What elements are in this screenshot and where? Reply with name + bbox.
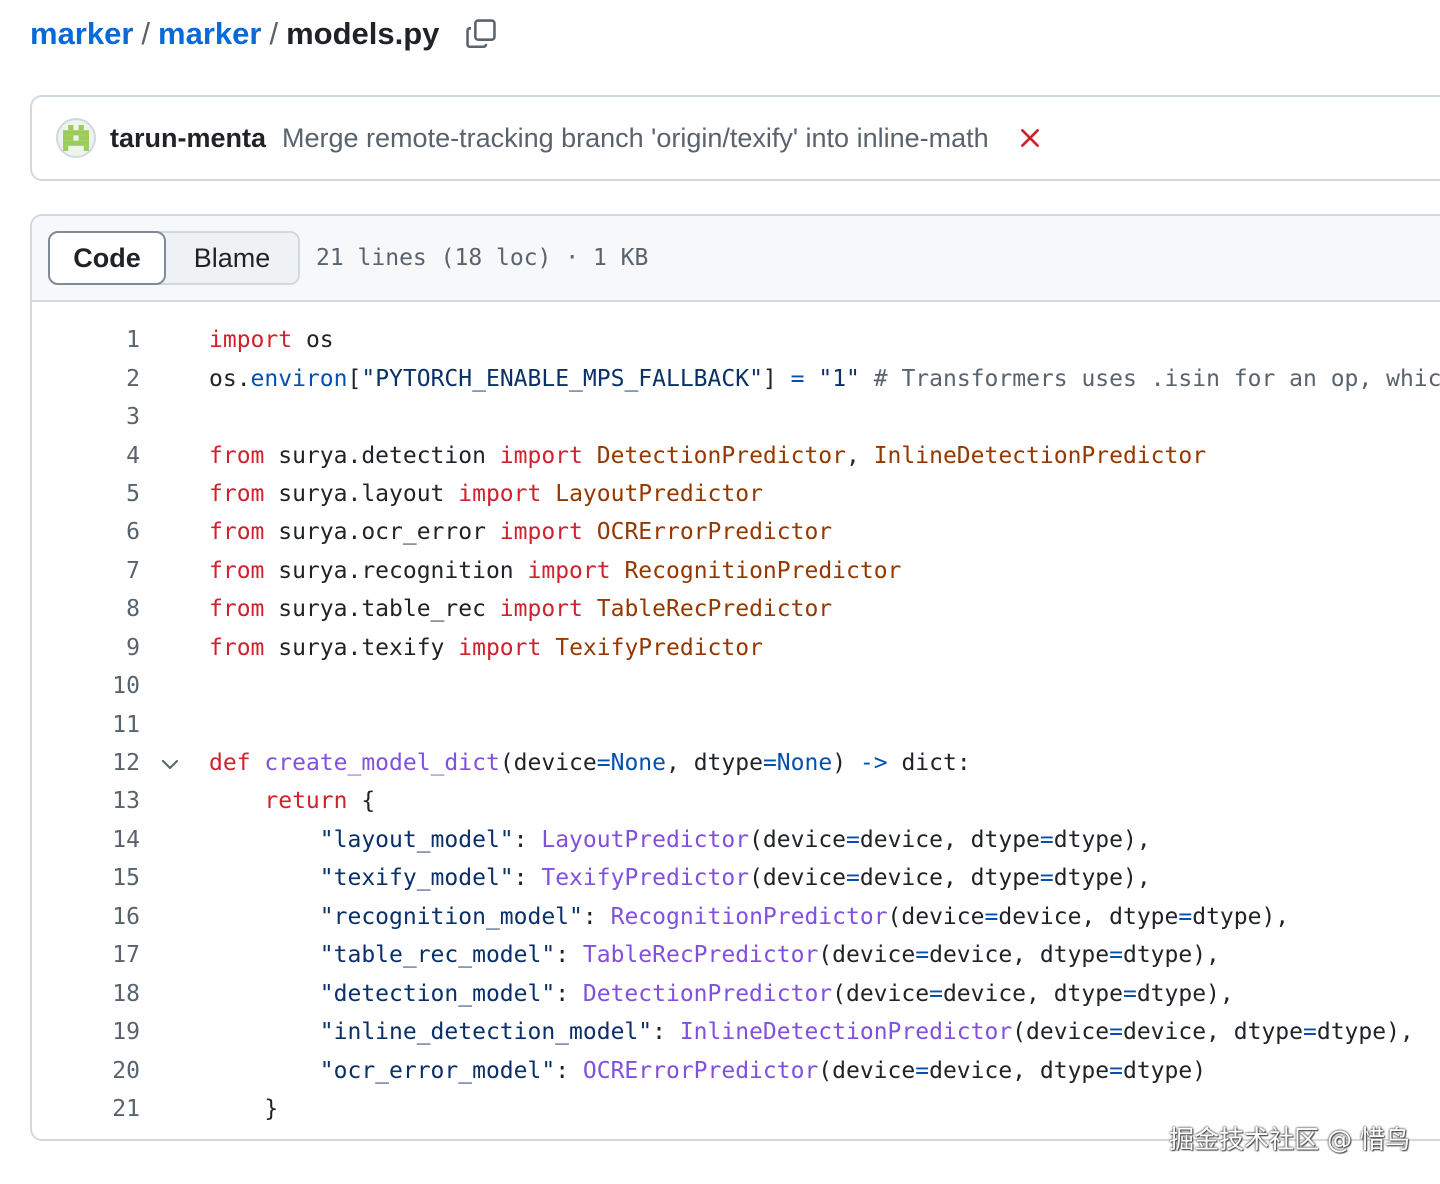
line-number[interactable]: 11	[32, 712, 140, 738]
copy-icon	[466, 19, 497, 49]
view-mode-toggle: Code Blame	[48, 231, 300, 285]
file-header: Code Blame 21 lines (18 loc) · 1 KB	[32, 216, 1440, 302]
code-line: 10	[32, 667, 1440, 705]
avatar[interactable]	[56, 118, 96, 158]
code-line: 5 from surya.layout import LayoutPredicto…	[32, 475, 1440, 513]
copy-path-button[interactable]	[461, 14, 501, 54]
breadcrumb-file-name: models.py	[286, 16, 440, 51]
code-text: os.environ["PYTORCH_ENABLE_MPS_FALLBACK"…	[209, 365, 1440, 392]
line-number[interactable]: 20	[32, 1058, 140, 1084]
code-text: def create_model_dict(device=None, dtype…	[209, 750, 971, 777]
breadcrumb: marker / marker / models.py	[30, 12, 501, 56]
x-icon	[1020, 129, 1039, 147]
code-text: "texify_model": TexifyPredictor(device=d…	[319, 865, 1151, 892]
line-number[interactable]: 10	[32, 673, 140, 699]
code-line: 6 from surya.ocr_error import OCRErrorPre…	[32, 513, 1440, 551]
code-line: 15 "texify_model": TexifyPredictor(devic…	[32, 859, 1440, 897]
code-line: 7 from surya.recognition import Recogniti…	[32, 552, 1440, 590]
code-line: 18 "detection_model": DetectionPredictor…	[32, 974, 1440, 1012]
commit-author-link[interactable]: tarun-menta	[110, 123, 266, 154]
code-line: 4 from surya.detection import DetectionPr…	[32, 436, 1440, 474]
code-text: return {	[264, 788, 376, 815]
line-number[interactable]: 16	[32, 904, 140, 930]
line-number[interactable]: 2	[32, 366, 140, 392]
line-number[interactable]: 5	[32, 481, 140, 507]
line-number[interactable]: 8	[32, 596, 140, 622]
code-text: from surya.layout import LayoutPredictor	[209, 480, 763, 507]
code-line: 11	[32, 705, 1440, 743]
breadcrumb-separator: /	[141, 16, 151, 51]
watermark: 掘金技术社区 @ 惜鸟	[1169, 1125, 1410, 1154]
commit-status-button[interactable]	[1019, 127, 1041, 149]
code-text: "recognition_model": RecognitionPredicto…	[319, 903, 1290, 930]
line-number[interactable]: 7	[32, 558, 140, 584]
code-area: 1 import os 2 os.environ["PYTORCH_ENABLE_MP…	[32, 302, 1440, 1128]
code-line: 2 os.environ["PYTORCH_ENABLE_MPS_FALLBACK…	[32, 359, 1440, 397]
line-number[interactable]: 4	[32, 443, 140, 469]
file-info: 21 lines (18 loc) · 1 KB	[316, 245, 649, 271]
code-text: from surya.texify import TexifyPredictor	[209, 634, 763, 661]
code-text: "ocr_error_model": OCRErrorPredictor(dev…	[319, 1057, 1207, 1084]
code-line: 13 return {	[32, 782, 1440, 820]
code-text: "detection_model": DetectionPredictor(de…	[319, 980, 1234, 1007]
code-text: }	[209, 1095, 279, 1122]
code-text: "layout_model": LayoutPredictor(device=d…	[319, 826, 1151, 853]
commit-message-link[interactable]: Merge remote-tracking branch 'origin/tex…	[282, 123, 989, 154]
code-line: 19 "inline_detection_model": InlineDetec…	[32, 1013, 1440, 1051]
code-line: 20 "ocr_error_model": OCRErrorPredictor(…	[32, 1051, 1440, 1089]
tab-blame[interactable]: Blame	[166, 233, 298, 283]
line-number[interactable]: 19	[32, 1019, 140, 1045]
line-number[interactable]: 17	[32, 942, 140, 968]
line-number[interactable]: 12	[32, 750, 140, 776]
code-line: 8 from surya.table_rec import TableRecPre…	[32, 590, 1440, 628]
line-number[interactable]: 18	[32, 981, 140, 1007]
code-text: import os	[209, 327, 334, 354]
code-line: 16 "recognition_model": RecognitionPredi…	[32, 898, 1440, 936]
breadcrumb-separator: /	[269, 16, 279, 51]
line-number[interactable]: 15	[32, 865, 140, 891]
code-line: 17 "table_rec_model": TableRecPredictor(…	[32, 936, 1440, 974]
line-number[interactable]: 9	[32, 635, 140, 661]
breadcrumb-owner-link[interactable]: marker	[30, 16, 133, 52]
identicon	[63, 125, 89, 151]
code-line: 14 "layout_model": LayoutPredictor(devic…	[32, 821, 1440, 859]
code-text: from surya.detection import DetectionPre…	[209, 442, 1207, 469]
line-number[interactable]: 1	[32, 327, 140, 353]
latest-commit-box: tarun-menta Merge remote-tracking branch…	[30, 95, 1440, 181]
breadcrumb-dir-link[interactable]: marker	[158, 16, 261, 52]
chevron-down-icon[interactable]	[158, 752, 182, 776]
file-viewer: Code Blame 21 lines (18 loc) · 1 KB 1 imp…	[30, 214, 1440, 1141]
line-number[interactable]: 3	[32, 404, 140, 430]
code-text: from surya.table_rec import TableRecPred…	[209, 596, 833, 623]
line-number[interactable]: 13	[32, 788, 140, 814]
code-text: from surya.ocr_error import OCRErrorPred…	[209, 519, 833, 546]
line-number[interactable]: 14	[32, 827, 140, 853]
code-line: 9 from surya.texify import TexifyPredicto…	[32, 629, 1440, 667]
code-text: "table_rec_model": TableRecPredictor(dev…	[319, 942, 1220, 969]
code-text: from surya.recognition import Recognitio…	[209, 557, 902, 584]
line-number[interactable]: 21	[32, 1096, 140, 1122]
code-text: "inline_detection_model": InlineDetectio…	[319, 1019, 1414, 1046]
code-line: 12 def create_model_dict(device=None, dty…	[32, 744, 1440, 782]
tab-code[interactable]: Code	[48, 231, 166, 285]
code-line: 1 import os	[32, 321, 1440, 359]
line-number[interactable]: 6	[32, 519, 140, 545]
code-line: 3	[32, 398, 1440, 436]
